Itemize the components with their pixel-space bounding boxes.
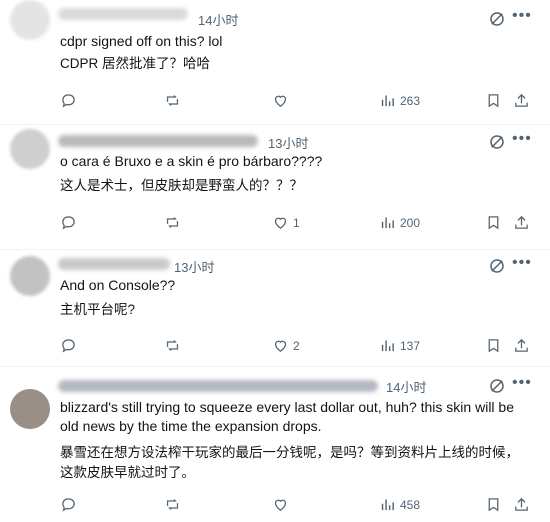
share-button[interactable] [513,496,530,513]
repost-button[interactable] [164,214,181,231]
post-4[interactable]: 14小时 ••• blizzard's still trying to sque… [0,367,550,522]
author-name-redacted [58,258,170,270]
bookmark-button[interactable] [485,337,502,354]
share-icon [515,338,528,352]
author-name-redacted [58,8,188,20]
repost-button[interactable] [164,337,181,354]
avatar[interactable] [10,256,50,296]
post-1[interactable]: 14小时 ••• cdpr signed off on this? lol CD… [0,0,550,124]
heart-icon [274,340,287,352]
bookmark-button[interactable] [485,92,502,109]
grok-icon[interactable] [488,133,506,151]
views-button[interactable]: 458 [379,496,420,513]
repost-icon [166,340,179,351]
likes-count: 2 [293,338,300,353]
like-button[interactable]: 1 [272,214,300,231]
share-icon [515,497,528,511]
post-3[interactable]: 13小时 ••• And on Console?? 主机平台呢? 2 137 [0,250,550,366]
views-button[interactable]: 263 [379,92,420,109]
post-actions: 263 [0,92,550,112]
heart-icon [274,217,287,229]
likes-count: 1 [293,215,300,230]
post-translation: CDPR 居然批准了？哈哈 [60,56,211,71]
reply-button[interactable] [60,337,77,354]
bookmark-button[interactable] [485,214,502,231]
views-count: 137 [400,338,421,353]
post-time[interactable]: 13小时 [174,257,214,276]
reply-button[interactable] [60,92,77,109]
reply-icon [62,498,75,512]
repost-button[interactable] [164,496,181,513]
grok-icon[interactable] [488,377,506,395]
reply-icon [62,339,75,353]
views-icon [381,217,394,229]
bookmark-button[interactable] [485,496,502,513]
post-text: And on Console?? [60,277,176,293]
views-count: 200 [400,215,421,230]
reply-icon [62,94,75,108]
avatar[interactable] [10,0,50,40]
views-count: 263 [400,93,421,108]
repost-icon [166,95,179,106]
more-icon[interactable]: ••• [512,255,532,271]
post-2[interactable]: 13小时 ••• o cara é Bruxo e a skin é pro b… [0,125,550,249]
post-time[interactable]: 14小时 [386,377,426,396]
bookmark-icon [488,216,499,230]
share-icon [515,93,528,107]
share-button[interactable] [513,214,530,231]
like-button[interactable] [272,496,289,513]
post-translation: 暴雪还在想方设法榨干玩家的最后一分钱呢，是吗？等到资料片上线的时候，这款皮肤早就… [60,445,519,480]
views-icon [381,499,394,511]
bookmark-icon [488,498,499,512]
like-button[interactable] [272,92,289,109]
more-icon[interactable]: ••• [512,131,532,147]
post-text: blizzard's still trying to squeeze every… [60,399,514,434]
post-translation: 主机平台呢? [60,302,136,317]
post-time[interactable]: 14小时 [198,10,238,29]
views-icon [381,340,394,352]
views-icon [381,95,394,107]
reply-button[interactable] [60,214,77,231]
repost-icon [166,217,179,228]
views-button[interactable]: 137 [379,337,420,354]
more-icon[interactable]: ••• [512,375,532,391]
more-icon[interactable]: ••• [512,8,532,24]
share-button[interactable] [513,337,530,354]
views-count: 458 [400,497,421,512]
share-button[interactable] [513,92,530,109]
like-button[interactable]: 2 [272,337,300,354]
share-icon [515,215,528,229]
author-name-redacted [58,380,378,392]
repost-icon [166,499,179,510]
author-name-redacted [58,135,258,147]
bookmark-icon [488,339,499,353]
reply-icon [62,216,75,230]
post-actions: 458 [0,496,550,516]
heart-icon [274,95,287,107]
post-translation: 这人是术士，但皮肤却是野蛮人的？？？ [60,178,303,193]
post-actions: 2 137 [0,337,550,357]
post-text: o cara é Bruxo e a skin é pro bárbaro???… [60,153,323,169]
views-button[interactable]: 200 [379,214,420,231]
post-actions: 1 200 [0,214,550,234]
grok-icon[interactable] [488,257,506,275]
heart-icon [274,499,287,511]
grok-icon[interactable] [488,10,506,28]
avatar[interactable] [10,389,50,429]
repost-button[interactable] [164,92,181,109]
post-text: cdpr signed off on this? lol [60,33,223,49]
bookmark-icon [488,94,499,108]
avatar[interactable] [10,129,50,169]
reply-button[interactable] [60,496,77,513]
post-time[interactable]: 13小时 [268,133,308,152]
